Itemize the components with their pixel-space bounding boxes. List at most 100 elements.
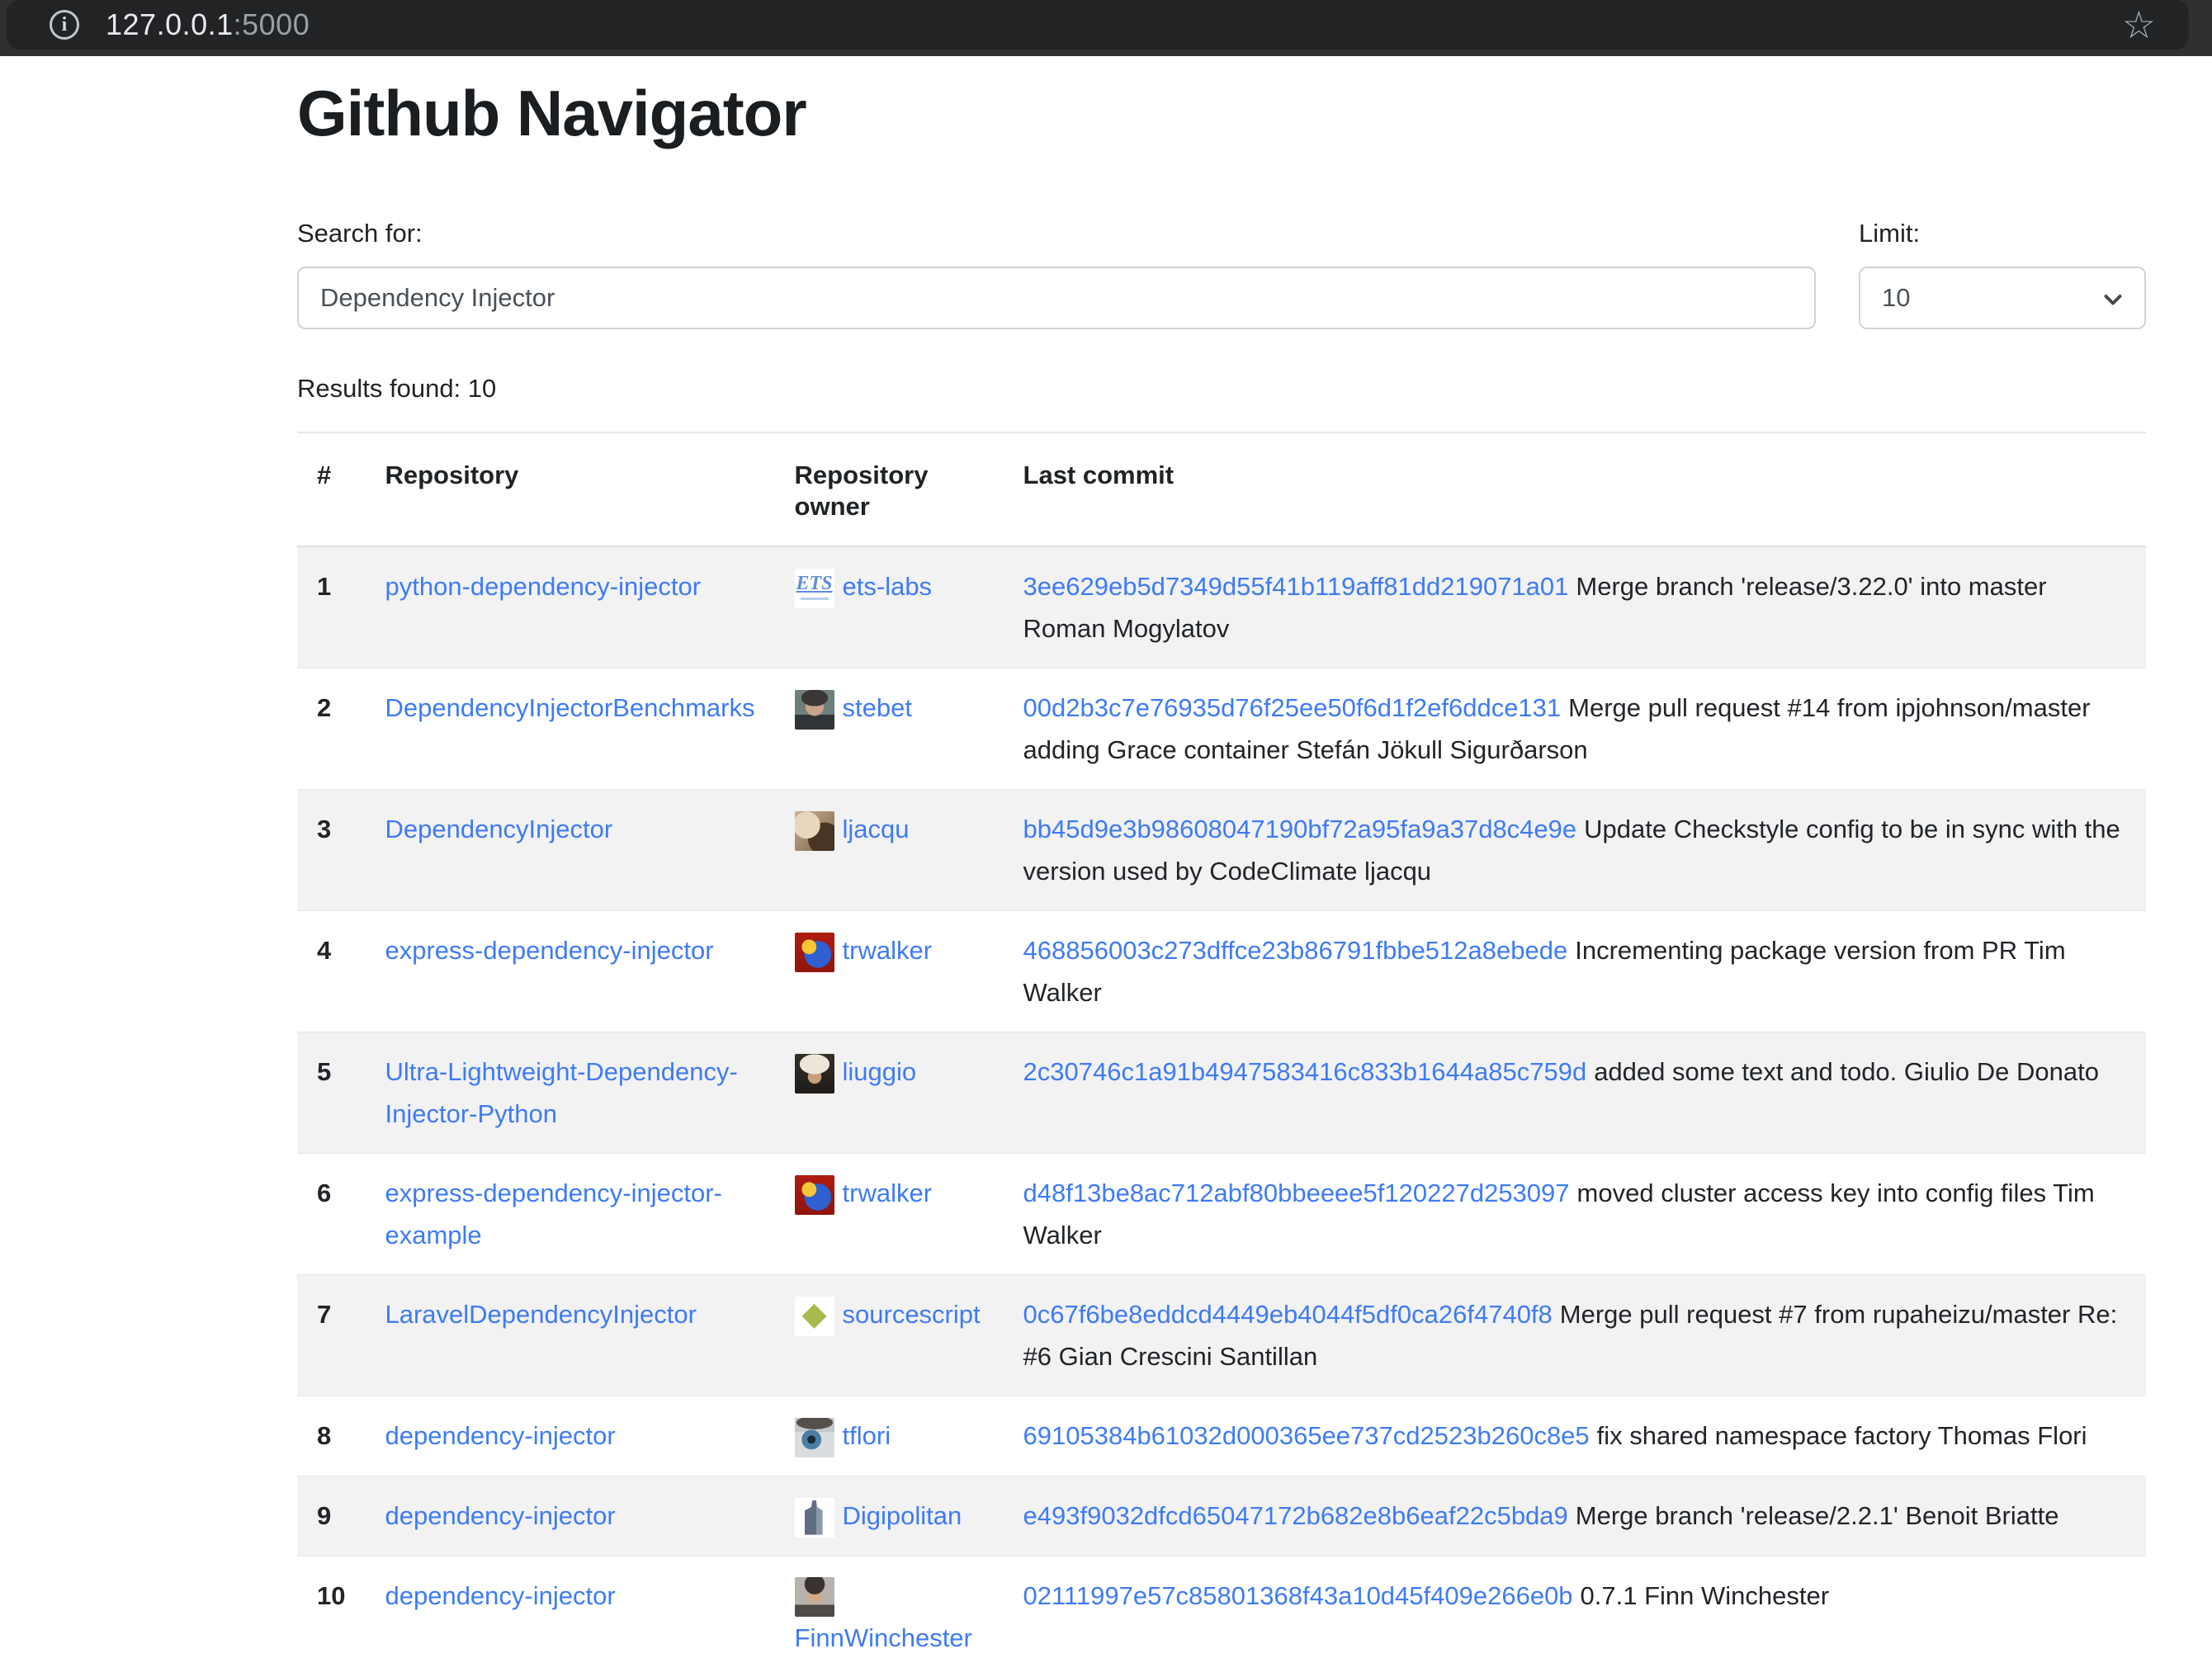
info-circle-icon[interactable]: i — [50, 10, 79, 40]
commit-hash-link[interactable]: 02111997e57c85801368f43a10d45f409e266e0b — [1023, 1581, 1573, 1610]
repository-cell: express-dependency-injector-example — [365, 1154, 774, 1275]
commit-cell: e493f9032dfcd65047172b682e8b6eaf22c5bda9… — [1004, 1476, 2146, 1556]
owner-link[interactable]: liuggio — [843, 1057, 917, 1086]
repository-link[interactable]: express-dependency-injector — [385, 936, 713, 965]
commit-hash-link[interactable]: e493f9032dfcd65047172b682e8b6eaf22c5bda9 — [1023, 1501, 1568, 1530]
repository-link[interactable]: dependency-injector — [385, 1581, 615, 1610]
row-number: 1 — [297, 546, 365, 668]
commit-hash-link[interactable]: 468856003c273dffce23b86791fbbe512a8ebede — [1023, 936, 1568, 965]
table-row: 5 Ultra-Lightweight-Dependency-Injector-… — [297, 1032, 2146, 1154]
row-number: 4 — [297, 911, 365, 1032]
owner-cell: trwalker — [775, 1154, 1004, 1275]
star-outline-icon[interactable]: ☆ — [2122, 3, 2156, 46]
table-row: 2 DependencyInjectorBenchmarks stebet 00… — [297, 668, 2146, 790]
owner-link[interactable]: FinnWinchester — [795, 1623, 972, 1652]
owner-cell: FinnWinchester — [775, 1556, 1004, 1677]
row-number: 2 — [297, 668, 365, 790]
commit-hash-link[interactable]: 3ee629eb5d7349d55f41b119aff81dd219071a01 — [1023, 572, 1569, 601]
results-table-head: # Repository Repository owner Last commi… — [297, 433, 2146, 546]
table-row: 1 python-dependency-injector ETS ets-lab… — [297, 546, 2146, 668]
row-number: 10 — [297, 1556, 365, 1677]
owner-link[interactable]: trwalker — [843, 1179, 933, 1207]
owner-avatar: ETS — [795, 569, 834, 608]
row-number: 9 — [297, 1476, 365, 1556]
commit-hash-link[interactable]: 2c30746c1a91b4947583416c833b1644a85c759d — [1023, 1057, 1587, 1086]
page-title: Github Navigator — [297, 76, 2146, 151]
repository-cell: dependency-injector — [365, 1396, 774, 1476]
owner-link[interactable]: Digipolitan — [843, 1501, 962, 1530]
owner-cell: trwalker — [775, 911, 1004, 1032]
repository-link[interactable]: dependency-injector — [385, 1501, 615, 1530]
commit-message: Merge branch 'release/2.2.1' Benoit Bria… — [1576, 1501, 2059, 1530]
row-number: 8 — [297, 1396, 365, 1476]
commit-hash-link[interactable]: 0c67f6be8eddcd4449eb4044f5df0ca26f4740f8 — [1023, 1300, 1553, 1329]
limit-selected-value: 10 — [1882, 283, 1910, 313]
row-number: 3 — [297, 790, 365, 911]
url-text[interactable]: 127.0.0.1:5000 — [106, 7, 310, 42]
repository-link[interactable]: DependencyInjectorBenchmarks — [385, 693, 754, 722]
commit-hash-link[interactable]: d48f13be8ac712abf80bbeeee5f120227d253097 — [1023, 1179, 1570, 1207]
commit-message: 0.7.1 Finn Winchester — [1581, 1581, 1830, 1610]
search-label: Search for: — [297, 219, 1816, 248]
table-row: 6 express-dependency-injector-example tr… — [297, 1154, 2146, 1275]
repository-cell: dependency-injector — [365, 1556, 774, 1677]
repository-link[interactable]: express-dependency-injector-example — [385, 1179, 721, 1249]
table-row: 10 dependency-injector FinnWinchester 02… — [297, 1556, 2146, 1677]
repository-link[interactable]: LaravelDependencyInjector — [385, 1300, 696, 1329]
commit-cell: d48f13be8ac712abf80bbeeee5f120227d253097… — [1004, 1154, 2146, 1275]
owner-cell: stebet — [775, 668, 1004, 790]
owner-cell: liuggio — [775, 1032, 1004, 1154]
chevron-down-icon — [2104, 287, 2123, 306]
commit-cell: 0c67f6be8eddcd4449eb4044f5df0ca26f4740f8… — [1004, 1275, 2146, 1396]
repository-link[interactable]: Ultra-Lightweight-Dependency-Injector-Py… — [385, 1057, 737, 1128]
repository-link[interactable]: DependencyInjector — [385, 815, 612, 843]
table-row: 9 dependency-injector Digipolitan e493f9… — [297, 1476, 2146, 1556]
owner-link[interactable]: tflori — [843, 1421, 891, 1450]
owner-avatar — [795, 933, 834, 972]
owner-cell: ETS ets-labs — [775, 546, 1004, 668]
commit-message: added some text and todo. Giulio De Dona… — [1594, 1057, 2099, 1086]
commit-cell: bb45d9e3b98608047190bf72a95fa9a37d8c4e9e… — [1004, 790, 2146, 911]
search-form: Search for: Limit: 10 — [297, 219, 2146, 329]
owner-avatar — [795, 1175, 834, 1215]
repository-link[interactable]: python-dependency-injector — [385, 572, 701, 601]
limit-group: Limit: 10 — [1859, 219, 2146, 329]
commit-cell: 02111997e57c85801368f43a10d45f409e266e0b… — [1004, 1556, 2146, 1677]
row-number: 5 — [297, 1032, 365, 1154]
commit-hash-link[interactable]: 00d2b3c7e76935d76f25ee50f6d1f2ef6ddce131 — [1023, 693, 1562, 722]
url-host: 127.0.0.1 — [106, 7, 234, 41]
page-content: Github Navigator Search for: Limit: 10 R… — [297, 76, 2146, 1677]
commit-hash-link[interactable]: bb45d9e3b98608047190bf72a95fa9a37d8c4e9e — [1023, 815, 1577, 843]
owner-avatar — [795, 1418, 834, 1457]
commit-cell: 3ee629eb5d7349d55f41b119aff81dd219071a01… — [1004, 546, 2146, 668]
repository-link[interactable]: dependency-injector — [385, 1421, 615, 1450]
commit-message: fix shared namespace factory Thomas Flor… — [1597, 1421, 2087, 1450]
commit-cell: 00d2b3c7e76935d76f25ee50f6d1f2ef6ddce131… — [1004, 668, 2146, 790]
repository-cell: express-dependency-injector — [365, 911, 774, 1032]
limit-select[interactable]: 10 — [1859, 267, 2146, 329]
table-row: 4 express-dependency-injector trwalker 4… — [297, 911, 2146, 1032]
owner-avatar — [795, 1054, 834, 1094]
owner-link[interactable]: ets-labs — [843, 572, 933, 601]
commit-cell: 468856003c273dffce23b86791fbbe512a8ebede… — [1004, 911, 2146, 1032]
owner-link[interactable]: stebet — [843, 693, 912, 722]
owner-avatar — [795, 1297, 834, 1336]
owner-link[interactable]: ljacqu — [843, 815, 910, 843]
url-bar[interactable]: i 127.0.0.1:5000 ☆ — [7, 0, 2189, 50]
owner-link[interactable]: sourcescript — [843, 1300, 981, 1329]
owner-cell: tflori — [775, 1396, 1004, 1476]
search-input[interactable] — [297, 267, 1816, 329]
commit-hash-link[interactable]: 69105384b61032d000365ee737cd2523b260c8e5 — [1023, 1421, 1590, 1450]
browser-topbar: i 127.0.0.1:5000 ☆ — [0, 0, 2212, 56]
commit-cell: 2c30746c1a91b4947583416c833b1644a85c759d… — [1004, 1032, 2146, 1154]
header-commit: Last commit — [1004, 433, 2146, 546]
owner-cell: ljacqu — [775, 790, 1004, 911]
row-number: 6 — [297, 1154, 365, 1275]
table-row: 8 dependency-injector tflori 69105384b61… — [297, 1396, 2146, 1476]
repository-cell: dependency-injector — [365, 1476, 774, 1556]
limit-label: Limit: — [1859, 219, 2146, 248]
search-group: Search for: — [297, 219, 1816, 329]
results-table-body: 1 python-dependency-injector ETS ets-lab… — [297, 546, 2146, 1677]
owner-link[interactable]: trwalker — [843, 936, 933, 965]
repository-cell: python-dependency-injector — [365, 546, 774, 668]
